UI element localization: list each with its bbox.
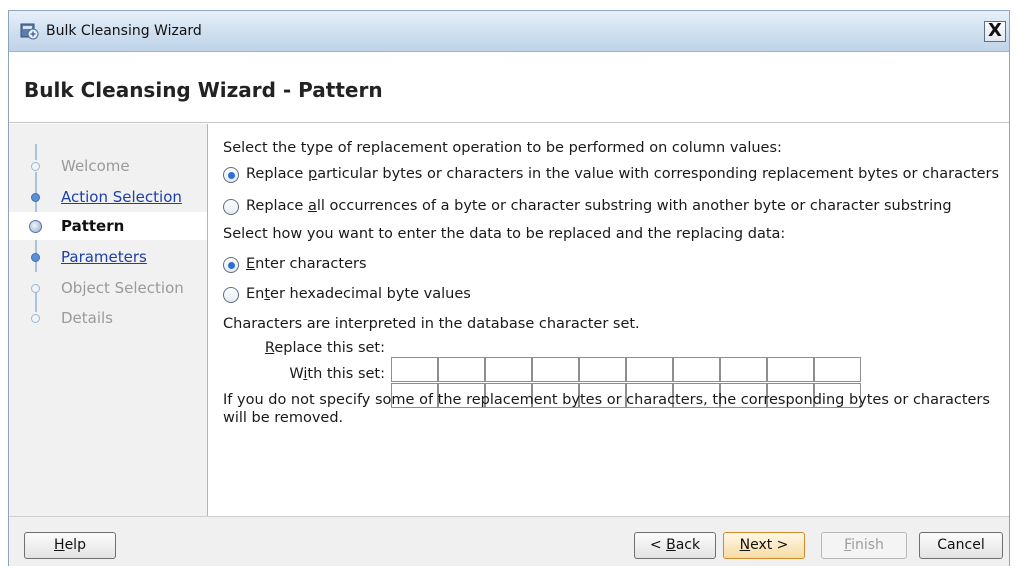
radio-replace-particular[interactable]: Replace particular bytes or characters i… [223, 164, 1013, 186]
current-step-marker-icon [29, 220, 42, 233]
nav-step-label: Welcome [61, 157, 130, 175]
back-button[interactable]: < Back [634, 532, 716, 559]
radio-button-icon[interactable] [223, 167, 239, 183]
nav-step-pattern: Pattern [9, 212, 207, 240]
replace-set-cell[interactable] [391, 357, 438, 382]
radio-label: Replace particular bytes or characters i… [246, 166, 1000, 182]
step-marker-icon [31, 284, 40, 293]
radio-label: Replace all occurrences of a byte or cha… [246, 198, 952, 214]
nav-step-action-selection[interactable]: Action Selection [9, 183, 207, 211]
nav-step-label[interactable]: Action Selection [61, 188, 182, 206]
page-header: Bulk Cleansing Wizard - Pattern [9, 53, 1009, 123]
radio-selected-dot [228, 172, 235, 179]
page-title: Bulk Cleansing Wizard - Pattern [24, 78, 383, 102]
help-button[interactable]: Help [24, 532, 116, 559]
replace-set-cell[interactable] [438, 357, 485, 382]
replace-set-label: Replace this set: [264, 340, 385, 356]
replace-set-cell[interactable] [532, 357, 579, 382]
radio-enter-hex[interactable]: Enter hexadecimal byte values [223, 284, 623, 306]
replace-set-cell[interactable] [579, 357, 626, 382]
nav-step-welcome: Welcome [9, 152, 207, 180]
radio-selected-dot [228, 262, 235, 269]
removal-note-line-1: If you do not specify some of the replac… [223, 392, 990, 408]
charset-note: Characters are interpreted in the databa… [223, 316, 640, 332]
replace-set-cell[interactable] [673, 357, 720, 382]
replace-set-cell[interactable] [626, 357, 673, 382]
radio-label: Enter characters [246, 256, 367, 272]
wizard-steps-nav: Welcome Action Selection Pattern Paramet… [9, 124, 208, 516]
step-marker-icon [31, 314, 40, 323]
radio-button-icon[interactable] [223, 287, 239, 303]
replace-set-cell[interactable] [767, 357, 814, 382]
radio-replace-all[interactable]: Replace all occurrences of a byte or cha… [223, 196, 1013, 218]
nav-step-label: Details [61, 309, 114, 327]
removal-note-line-2: will be removed. [223, 410, 344, 426]
radio-enter-characters[interactable]: Enter characters [223, 254, 623, 276]
replace-set-cell[interactable] [720, 357, 767, 382]
nav-step-parameters[interactable]: Parameters [9, 243, 207, 271]
pattern-panel: Select the type of replacement operation… [219, 124, 1009, 516]
nav-step-object-selection: Object Selection [9, 274, 207, 302]
replace-set-cell[interactable] [814, 357, 861, 382]
entry-method-prompt: Select how you want to enter the data to… [223, 226, 786, 242]
wizard-app-icon [20, 23, 39, 40]
radio-button-icon[interactable] [223, 257, 239, 273]
step-marker-icon [31, 193, 40, 202]
finish-button: Finish [821, 532, 907, 559]
step-marker-icon [31, 253, 40, 262]
cancel-button[interactable]: Cancel [919, 532, 1003, 559]
next-button[interactable]: Next > [723, 532, 805, 559]
close-button[interactable]: X [984, 21, 1006, 42]
window-title: Bulk Cleansing Wizard [46, 23, 202, 39]
button-bar: Help < Back Next > Finish Cancel [9, 516, 1009, 566]
title-bar[interactable]: Bulk Cleansing Wizard X [9, 11, 1009, 52]
radio-button-icon[interactable] [223, 199, 239, 215]
wizard-window: Bulk Cleansing Wizard X Bulk Cleansing W… [8, 10, 1010, 566]
step-marker-icon [31, 162, 40, 171]
replacement-type-prompt: Select the type of replacement operation… [223, 140, 782, 156]
replace-set-cell[interactable] [485, 357, 532, 382]
close-icon: X [988, 20, 1002, 41]
nav-step-label: Pattern [61, 217, 125, 235]
nav-step-details: Details [9, 304, 207, 332]
with-set-label: With this set: [289, 366, 385, 382]
nav-step-label: Object Selection [61, 279, 184, 297]
nav-step-label[interactable]: Parameters [61, 248, 147, 266]
radio-label: Enter hexadecimal byte values [246, 286, 471, 302]
